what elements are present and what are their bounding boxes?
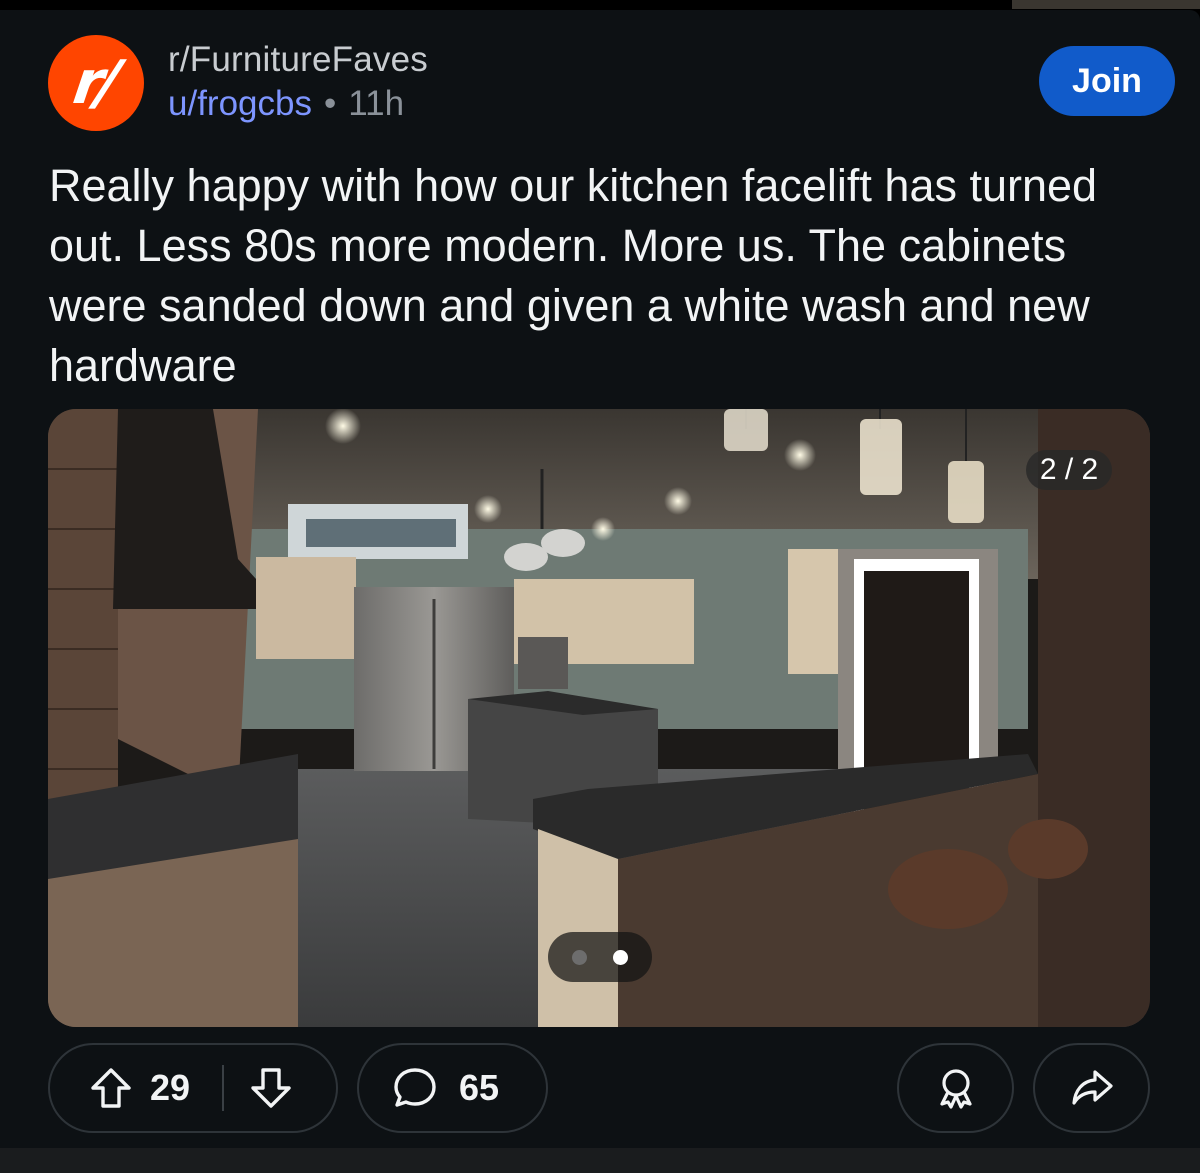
meta-separator: • [323, 84, 337, 123]
bottom-strip [0, 1148, 1200, 1173]
award-icon [932, 1064, 980, 1112]
share-arrow-icon [1068, 1064, 1116, 1112]
join-button[interactable]: Join [1039, 46, 1175, 116]
post-meta: u/frogcbs • 11h [168, 84, 404, 124]
author-link[interactable]: u/frogcbs [168, 84, 312, 124]
top-strip-edge [1012, 0, 1200, 9]
pager-dot-1[interactable] [572, 949, 587, 965]
subreddit-name[interactable]: r/FurnitureFaves [168, 40, 428, 80]
arrow-down-icon[interactable] [248, 1065, 294, 1111]
arrow-up-icon[interactable] [88, 1065, 134, 1111]
post-title[interactable]: Really happy with how our kitchen faceli… [49, 156, 1159, 396]
image-counter: 2 / 2 [1026, 450, 1112, 490]
comment-count: 65 [459, 1067, 500, 1108]
award-button[interactable] [897, 1043, 1014, 1133]
subreddit-icon[interactable]: r/ [48, 35, 144, 131]
subreddit-icon-glyph: r/ [69, 48, 119, 118]
vote-divider [222, 1065, 225, 1111]
image-pager[interactable] [548, 932, 652, 982]
vote-bar: 29 [48, 1043, 338, 1133]
vote-score: 29 [150, 1067, 191, 1108]
comments-button[interactable]: 65 [357, 1043, 548, 1133]
pager-dot-2[interactable] [613, 949, 628, 965]
post-time: 11h [348, 84, 405, 123]
share-button[interactable] [1033, 1043, 1150, 1133]
speech-bubble-icon [391, 1064, 439, 1112]
